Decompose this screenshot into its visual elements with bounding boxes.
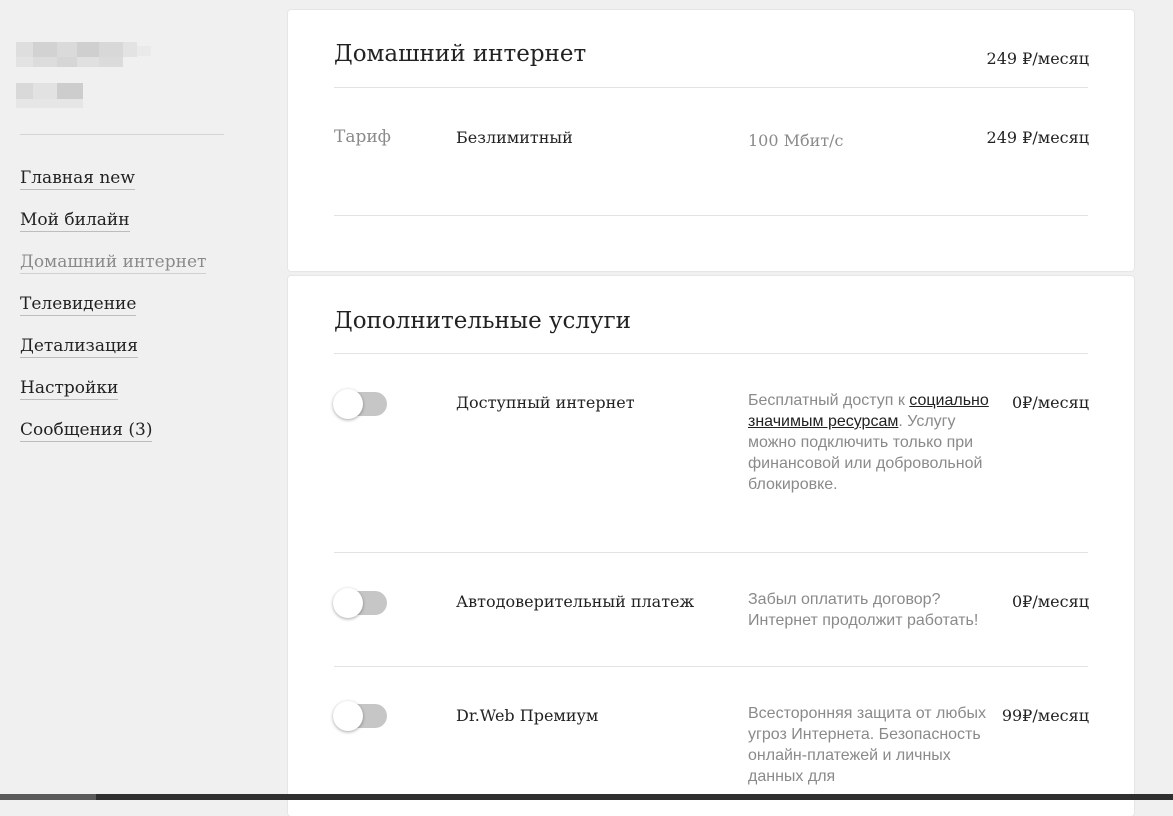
service-description: Забыл оплатить договор? Интернет продолж… xyxy=(748,591,979,629)
extra-services-title: Дополнительные услуги xyxy=(334,308,631,334)
sidebar-item-details[interactable]: Детализация xyxy=(20,336,138,358)
toggle-knob xyxy=(333,701,363,731)
description-text: Бесплатный доступ к xyxy=(748,392,910,409)
drweb-toggle[interactable] xyxy=(333,701,387,731)
service-name: Автодоверительный платеж xyxy=(456,592,695,611)
tariff-label: Тариф xyxy=(334,127,391,147)
divider xyxy=(334,87,1088,88)
divider xyxy=(334,552,1088,553)
toggle-knob xyxy=(333,389,363,419)
sidebar-item-messages[interactable]: Сообщения (3) xyxy=(20,420,153,442)
sidebar-item: Мой билайн xyxy=(20,208,206,250)
sidebar-item-settings[interactable]: Настройки xyxy=(20,378,119,400)
sidebar-item-my-beeline[interactable]: Мой билайн xyxy=(20,210,130,232)
bottom-scrollbar[interactable] xyxy=(0,794,1173,800)
extra-services-card: Дополнительные услуги Доступный интернет… xyxy=(288,276,1134,816)
sidebar-item: Главная new xyxy=(20,166,206,208)
accessible-internet-toggle[interactable] xyxy=(333,389,387,419)
home-internet-card: Домашний интернет 249 ₽/месяц Тариф Безл… xyxy=(288,10,1134,271)
home-internet-title: Домашний интернет xyxy=(334,41,587,67)
service-price: 0₽/месяц xyxy=(1011,393,1089,412)
divider xyxy=(334,215,1088,216)
sidebar-item: Настройки xyxy=(20,376,206,418)
service-description: Всесторонняя защита от любых угроз Интер… xyxy=(748,705,987,785)
divider xyxy=(334,666,1088,667)
service-name: Доступный интернет xyxy=(456,393,635,412)
toggle-knob xyxy=(333,588,363,618)
tariff-speed: 100 Мбит/с xyxy=(748,131,844,150)
service-name: Dr.Web Премиум xyxy=(456,706,599,725)
sidebar-item: Домашний интернет xyxy=(20,250,207,292)
sidebar-item-home-new[interactable]: Главная new xyxy=(20,168,135,190)
auto-payment-toggle[interactable] xyxy=(333,588,387,618)
tariff-name: Безлимитный xyxy=(456,128,573,147)
sidebar-item-home-internet[interactable]: Домашний интернет xyxy=(20,252,207,274)
service-description: Бесплатный доступ к социально значимым р… xyxy=(748,390,998,495)
sidebar-item: Телевидение xyxy=(20,292,206,334)
sidebar: Главная new Мой билайн Домашний интернет… xyxy=(0,0,270,800)
scrollbar-thumb[interactable] xyxy=(0,794,96,800)
divider xyxy=(334,353,1088,354)
sidebar-divider xyxy=(20,134,224,135)
service-price: 99₽/месяц xyxy=(1001,706,1089,725)
sidebar-item: Сообщения (3) xyxy=(20,418,206,460)
service-price: 0₽/месяц xyxy=(1011,592,1089,611)
tariff-price: 249 ₽/месяц xyxy=(986,128,1089,147)
sidebar-menu: Главная new Мой билайн Домашний интернет… xyxy=(20,166,207,460)
sidebar-item-tv[interactable]: Телевидение xyxy=(20,294,137,316)
home-internet-total-price: 249 ₽/месяц xyxy=(986,49,1089,68)
sidebar-item: Детализация xyxy=(20,334,206,376)
